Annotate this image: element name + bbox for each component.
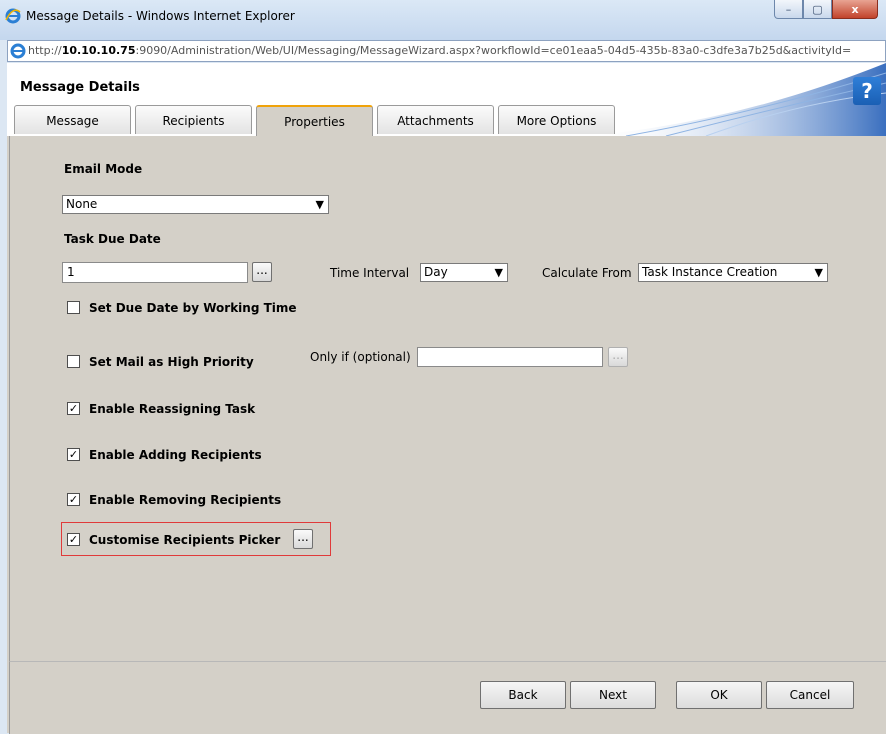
tab-message[interactable]: Message [14, 105, 131, 134]
email-mode-label: Email Mode [64, 162, 143, 176]
customise-picker-checkbox[interactable]: ✓ [67, 533, 80, 546]
minimize-button[interactable]: – [774, 0, 803, 19]
removing-recipients-checkbox[interactable]: ✓ [67, 493, 80, 506]
cancel-button[interactable]: Cancel [766, 681, 854, 709]
time-interval-select[interactable]: Day ▼ [420, 263, 508, 282]
tab-properties[interactable]: Properties [256, 105, 373, 136]
tab-more-options[interactable]: More Options [498, 105, 615, 134]
url-text: http://10.10.10.75:9090/Administration/W… [28, 44, 884, 57]
next-button[interactable]: Next [570, 681, 656, 709]
tab-recipients[interactable]: Recipients [135, 105, 252, 134]
task-due-date-input[interactable]: 1 [62, 262, 248, 283]
title-bar: Message Details - Windows Internet Explo… [0, 0, 886, 40]
high-priority-label: Set Mail as High Priority [89, 355, 254, 369]
chevron-down-icon: ▼ [814, 266, 823, 279]
email-mode-value: None [66, 197, 98, 211]
calculate-from-select[interactable]: Task Instance Creation ▼ [638, 263, 828, 282]
back-button[interactable]: Back [480, 681, 566, 709]
window-title: Message Details - Windows Internet Explo… [26, 9, 295, 23]
window-controls: – ▢ x [774, 0, 878, 20]
address-bar[interactable]: http://10.10.10.75:9090/Administration/W… [7, 40, 886, 62]
adding-recipients-label: Enable Adding Recipients [89, 448, 262, 462]
tab-attachments[interactable]: Attachments [377, 105, 494, 134]
url-prefix: http:// [28, 44, 62, 57]
page-icon [10, 43, 26, 59]
header-decoration [586, 63, 886, 136]
chevron-down-icon: ▼ [315, 198, 324, 211]
internet-explorer-icon [5, 8, 21, 24]
removing-recipients-label: Enable Removing Recipients [89, 493, 282, 507]
customise-picker-label: Customise Recipients Picker [89, 533, 281, 547]
set-due-working-label: Set Due Date by Working Time [89, 301, 297, 315]
help-button[interactable]: ? [853, 77, 881, 105]
task-due-date-picker-button[interactable]: ... [252, 262, 272, 282]
restore-button[interactable]: ▢ [803, 0, 832, 19]
adding-recipients-checkbox[interactable]: ✓ [67, 448, 80, 461]
close-button[interactable]: x [832, 0, 878, 19]
set-due-working-checkbox[interactable] [67, 301, 80, 314]
chevron-down-icon: ▼ [494, 266, 503, 279]
properties-panel: Email Mode None ▼ Task Due Date 1 ... Ti… [9, 136, 886, 661]
url-host: 10.10.10.75 [61, 44, 136, 57]
footer: Back Next OK Cancel [9, 661, 886, 734]
ok-button[interactable]: OK [676, 681, 762, 709]
calculate-from-value: Task Instance Creation [642, 265, 778, 279]
only-if-label: Only if (optional) [310, 350, 411, 364]
reassign-checkbox[interactable]: ✓ [67, 402, 80, 415]
page: Message Details ? Message Recipients Pro… [7, 63, 886, 734]
page-header: Message Details ? Message Recipients Pro… [7, 63, 886, 136]
calculate-from-label: Calculate From [542, 266, 632, 280]
email-mode-select[interactable]: None ▼ [62, 195, 329, 214]
customise-picker-button[interactable]: ... [293, 529, 313, 549]
only-if-picker-button[interactable]: ... [608, 347, 628, 367]
reassign-label: Enable Reassigning Task [89, 402, 256, 416]
time-interval-label: Time Interval [330, 266, 410, 280]
page-title: Message Details [20, 80, 140, 95]
time-interval-value: Day [424, 265, 448, 279]
task-due-date-label: Task Due Date [64, 232, 161, 246]
high-priority-checkbox[interactable] [67, 355, 80, 368]
tab-bar: Message Recipients Properties Attachment… [14, 105, 619, 136]
url-path: :9090/Administration/Web/UI/Messaging/Me… [135, 44, 852, 57]
only-if-input[interactable] [417, 347, 603, 367]
